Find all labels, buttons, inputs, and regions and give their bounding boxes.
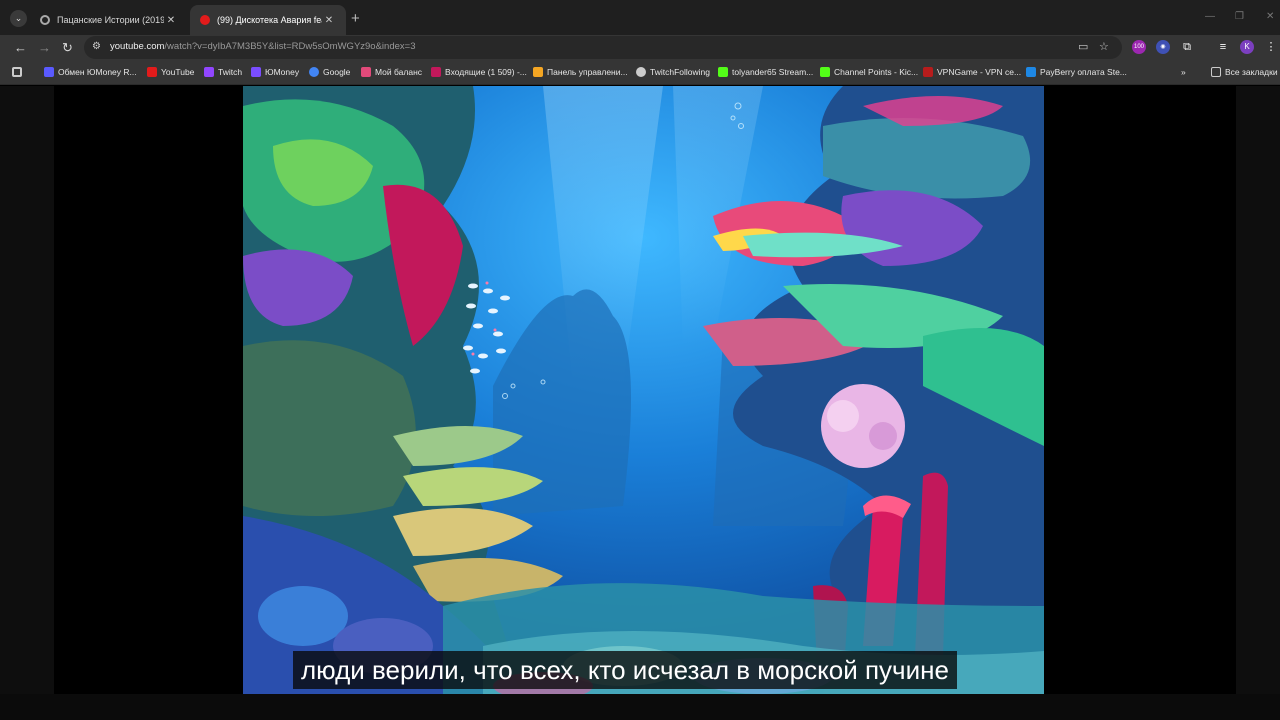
underwater-scene-image xyxy=(243,86,1044,694)
bookmark-label: tolyander65 Stream... xyxy=(732,67,814,77)
minimize-icon[interactable]: — xyxy=(1205,11,1215,22)
bookmark-item[interactable]: TwitchFollowing xyxy=(636,67,710,77)
bookmark-label: Панель управлени... xyxy=(547,67,628,77)
panel-icon xyxy=(533,67,543,77)
tab-pacanskie[interactable]: Пацанские Истории (2019) ✕ xyxy=(30,5,188,35)
video-player[interactable] xyxy=(243,86,1044,694)
reload-button[interactable]: ↻ xyxy=(62,40,73,56)
restore-icon[interactable]: ❐ xyxy=(1235,11,1244,22)
menu-icon[interactable]: ⋮ xyxy=(1264,40,1278,54)
twitch-icon xyxy=(204,67,214,77)
bookmark-item[interactable]: VPNGame - VPN се... xyxy=(923,67,1021,77)
extension-icon[interactable]: ◉ xyxy=(1156,40,1170,54)
address-bar[interactable]: ⚙ youtube.com/watch?v=dyIbA7M3B5Y&list=R… xyxy=(84,36,1122,59)
bookmark-star-icon[interactable]: ☆ xyxy=(1099,40,1109,53)
grid-icon xyxy=(12,67,22,77)
profile-avatar[interactable]: K xyxy=(1240,40,1254,54)
close-icon[interactable]: ✕ xyxy=(322,15,336,26)
bookmark-item[interactable]: Панель управлени... xyxy=(533,67,628,77)
google-icon xyxy=(309,67,319,77)
bookmark-item[interactable]: Обмен ЮMoney R... xyxy=(44,67,137,77)
apps-grid-icon[interactable] xyxy=(12,67,26,77)
bookmark-label: Twitch xyxy=(218,67,243,77)
all-bookmarks[interactable]: Все закладки xyxy=(1211,67,1278,77)
kick-icon xyxy=(820,67,830,77)
mail-icon xyxy=(431,67,441,77)
yumoney-icon xyxy=(251,67,261,77)
folder-icon xyxy=(1211,67,1221,77)
bookmark-item[interactable]: Channel Points - Kic... xyxy=(820,67,918,77)
kick-icon xyxy=(718,67,728,77)
right-margin xyxy=(1236,86,1280,694)
back-button[interactable]: ← xyxy=(14,40,27,56)
video-subtitle: люди верили, что всех, кто исчезал в мор… xyxy=(293,651,957,689)
all-bookmarks-label: Все закладки xyxy=(1225,67,1278,77)
bookmark-label: TwitchFollowing xyxy=(650,67,710,77)
bookmark-label: Google xyxy=(323,67,351,77)
close-icon[interactable]: ✕ xyxy=(164,15,178,26)
bookmark-label: Обмен ЮMoney R... xyxy=(58,67,137,77)
bookmark-label: ЮMoney xyxy=(265,67,300,77)
bookmark-item[interactable]: tolyander65 Stream... xyxy=(718,67,813,77)
bookmark-item[interactable]: PayBerry оплата Ste... xyxy=(1026,67,1127,77)
youtube-icon xyxy=(147,67,157,77)
vpn-icon xyxy=(923,67,933,77)
bookmark-item[interactable]: YouTube xyxy=(147,67,194,77)
left-margin xyxy=(0,86,54,694)
toolbar: ← → ↻ ⚙ youtube.com/watch?v=dyIbA7M3B5Y&… xyxy=(0,35,1280,61)
youtube-icon xyxy=(200,15,210,25)
tab-title: Пацанские Истории (2019) xyxy=(57,15,164,25)
balance-icon xyxy=(361,67,371,77)
bookmark-label: Входящие (1 509) -... xyxy=(445,67,527,77)
new-tab-button[interactable]: + xyxy=(351,10,360,27)
bookmark-label: Мой баланс xyxy=(375,67,423,77)
tab-strip: ⌄ Пацанские Истории (2019) ✕ (99) Дискот… xyxy=(0,0,1280,35)
payberry-icon xyxy=(1026,67,1036,77)
more-bookmarks-icon[interactable]: » xyxy=(1181,67,1186,77)
bookmark-label: YouTube xyxy=(161,67,195,77)
bookmark-label: PayBerry оплата Ste... xyxy=(1040,67,1127,77)
tab-title: (99) Дискотека Авария feat xyxy=(217,15,322,25)
bookmark-item[interactable]: Мой баланс xyxy=(361,67,422,77)
bookmark-item[interactable]: Twitch xyxy=(204,67,242,77)
tab-youtube-active[interactable]: (99) Дискотека Авария feat ✕ xyxy=(190,5,346,35)
url-text[interactable]: youtube.com/watch?v=dyIbA7M3B5Y&list=RDw… xyxy=(110,41,415,52)
extension-badge-icon[interactable]: 100 xyxy=(1132,40,1146,54)
globe-icon xyxy=(636,67,646,77)
forward-button[interactable]: → xyxy=(38,40,51,56)
bookmark-favicon xyxy=(44,67,54,77)
bookmark-item[interactable]: Входящие (1 509) -... xyxy=(431,67,527,77)
site-info-icon[interactable]: ⚙ xyxy=(92,41,104,53)
bookmarks-bar: Обмен ЮMoney R... YouTube Twitch ЮMoney … xyxy=(0,61,1280,85)
cast-icon[interactable]: ▭ xyxy=(1078,40,1088,53)
bookmark-item[interactable]: ЮMoney xyxy=(251,67,299,77)
media-controls-icon[interactable]: ≡ xyxy=(1216,40,1230,54)
bottom-bar xyxy=(0,694,1280,720)
extension-badge-count: 100 xyxy=(1133,44,1144,50)
bookmark-label: VPNGame - VPN се... xyxy=(937,67,1022,77)
close-window-icon[interactable]: ✕ xyxy=(1266,11,1274,22)
globe-icon xyxy=(40,15,50,25)
page-content xyxy=(0,86,1280,694)
tab-search-icon[interactable]: ⌄ xyxy=(10,10,27,27)
bookmark-item[interactable]: Google xyxy=(309,67,350,77)
extensions-puzzle-icon[interactable]: ⧉ xyxy=(1180,40,1194,54)
bookmark-label: Channel Points - Kic... xyxy=(834,67,919,77)
